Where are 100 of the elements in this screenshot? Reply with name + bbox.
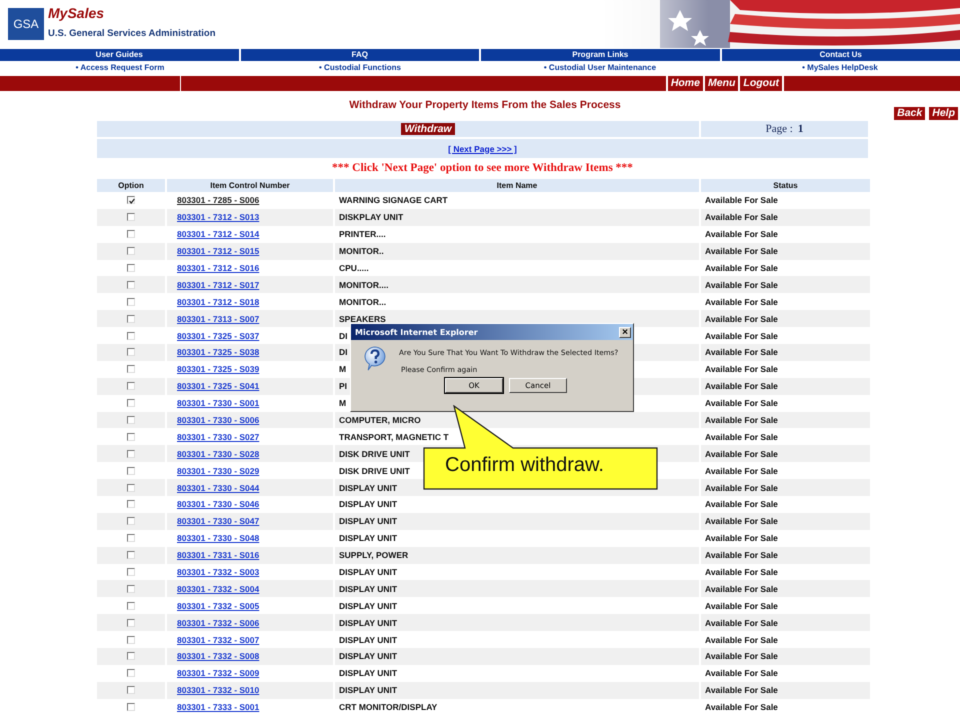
withdraw-button[interactable]: Withdraw bbox=[401, 123, 455, 135]
checkbox[interactable] bbox=[127, 298, 135, 306]
item-link[interactable]: 803301 - 7330 - S029 bbox=[177, 466, 260, 476]
checkbox[interactable] bbox=[127, 686, 135, 694]
item-status: Available For Sale bbox=[705, 229, 778, 240]
checkbox[interactable] bbox=[127, 500, 135, 508]
item-link[interactable]: 803301 - 7312 - S016 bbox=[177, 263, 260, 273]
item-status: Available For Sale bbox=[705, 314, 778, 324]
checkbox[interactable] bbox=[127, 466, 135, 475]
item-name: COMPUTER, MICRO bbox=[339, 415, 421, 426]
checkbox[interactable] bbox=[127, 196, 135, 204]
checkbox[interactable] bbox=[127, 450, 135, 458]
checkbox[interactable] bbox=[127, 602, 135, 610]
checkbox[interactable] bbox=[127, 551, 135, 560]
sub-link[interactable]: • Access Request Form bbox=[0, 61, 240, 74]
checkbox[interactable] bbox=[127, 484, 135, 492]
next-page-link[interactable]: [ Next Page >>> ] bbox=[448, 144, 517, 154]
close-button[interactable]: × bbox=[619, 326, 631, 338]
item-link[interactable]: 803301 - 7333 - S001 bbox=[177, 702, 260, 712]
checkbox[interactable] bbox=[127, 534, 135, 542]
checkbox[interactable] bbox=[127, 280, 135, 289]
nav-link[interactable]: FAQ bbox=[240, 49, 479, 61]
checkbox[interactable] bbox=[127, 432, 135, 441]
item-name: M bbox=[339, 398, 346, 408]
checkbox[interactable] bbox=[127, 669, 135, 678]
item-status: Available For Sale bbox=[705, 415, 778, 426]
column-header: Option bbox=[97, 179, 165, 192]
item-link[interactable]: 803301 - 7325 - S037 bbox=[177, 330, 260, 341]
item-status: Available For Sale bbox=[705, 466, 778, 476]
checkbox[interactable] bbox=[127, 230, 135, 238]
checkbox[interactable] bbox=[127, 703, 135, 712]
item-name: DISPLAY UNIT bbox=[339, 600, 398, 611]
item-status: Available For Sale bbox=[705, 296, 778, 307]
item-link[interactable]: 803301 - 7285 - S006 bbox=[177, 195, 260, 206]
checkbox[interactable] bbox=[127, 636, 135, 644]
item-link[interactable]: 803301 - 7332 - S007 bbox=[177, 634, 260, 645]
item-link[interactable]: 803301 - 7332 - S005 bbox=[177, 600, 260, 611]
checkbox[interactable] bbox=[127, 314, 135, 323]
page-label: Page : bbox=[766, 123, 793, 135]
checkbox[interactable] bbox=[127, 332, 135, 340]
item-name: PRINTER.... bbox=[339, 229, 386, 240]
question-icon bbox=[363, 346, 387, 372]
item-name: TRANSPORT, MAGNETIC T bbox=[339, 432, 449, 442]
item-name: DISK DRIVE UNIT bbox=[339, 466, 410, 476]
item-link[interactable]: 803301 - 7330 - S001 bbox=[177, 398, 260, 408]
checkbox[interactable] bbox=[127, 652, 135, 660]
column-header: Item Name bbox=[335, 179, 699, 192]
agency-name: U.S. General Services Administration bbox=[48, 28, 216, 39]
top-button[interactable]: Menu bbox=[703, 76, 738, 91]
item-link[interactable]: 803301 - 7330 - S046 bbox=[177, 499, 260, 510]
item-name: M bbox=[339, 364, 346, 374]
checkbox[interactable] bbox=[127, 568, 135, 576]
page-title: Withdraw Your Property Items From the Sales Process bbox=[349, 99, 621, 111]
checkbox[interactable] bbox=[127, 264, 135, 272]
checkbox[interactable] bbox=[127, 247, 135, 256]
item-status: Available For Sale bbox=[705, 702, 778, 712]
checkbox[interactable] bbox=[127, 382, 135, 390]
item-name: DISK DRIVE UNIT bbox=[339, 448, 410, 459]
side-button[interactable]: Back bbox=[894, 107, 926, 120]
item-name: DISPLAY UNIT bbox=[339, 651, 398, 662]
sub-link[interactable]: • Custodial User Maintenance bbox=[480, 61, 720, 74]
item-status: Available For Sale bbox=[705, 516, 778, 526]
top-button[interactable]: Home bbox=[666, 76, 703, 91]
checkbox[interactable] bbox=[127, 365, 135, 374]
item-status: Available For Sale bbox=[705, 364, 778, 374]
item-status: Available For Sale bbox=[705, 347, 778, 358]
sub-link[interactable]: • MySales HelpDesk bbox=[720, 61, 960, 74]
item-name: DISPLAY UNIT bbox=[339, 668, 398, 678]
nav-link[interactable]: Contact Us bbox=[722, 49, 960, 61]
item-link[interactable]: 803301 - 7312 - S014 bbox=[177, 229, 260, 240]
checkbox[interactable] bbox=[127, 348, 135, 356]
item-link[interactable]: 803301 - 7332 - S003 bbox=[177, 567, 260, 578]
item-name: DISPLAY UNIT bbox=[339, 685, 398, 696]
checkbox[interactable] bbox=[127, 618, 135, 627]
item-link[interactable]: 803301 - 7312 - S018 bbox=[177, 296, 260, 307]
nav-link[interactable]: User Guides bbox=[0, 49, 238, 61]
item-status: Available For Sale bbox=[705, 246, 778, 256]
item-link[interactable]: 803301 - 7330 - S027 bbox=[177, 432, 260, 442]
checkbox[interactable] bbox=[127, 213, 135, 222]
nav-link[interactable]: Program Links bbox=[481, 49, 720, 61]
item-link[interactable]: 803301 - 7330 - S048 bbox=[177, 533, 260, 544]
checkbox[interactable] bbox=[127, 399, 135, 408]
checkbox[interactable] bbox=[127, 584, 135, 593]
item-name: WARNING SIGNAGE CART bbox=[339, 195, 448, 206]
item-name: DISPLAY UNIT bbox=[339, 516, 398, 526]
checkbox[interactable] bbox=[127, 517, 135, 526]
item-status: Available For Sale bbox=[705, 533, 778, 544]
item-status: Available For Sale bbox=[705, 618, 778, 628]
item-status: Available For Sale bbox=[705, 195, 778, 206]
sub-link[interactable]: • Custodial Functions bbox=[240, 61, 480, 74]
item-link[interactable]: 803301 - 7325 - S039 bbox=[177, 364, 260, 374]
item-name: DI bbox=[339, 330, 348, 341]
item-link[interactable]: 803301 - 7332 - S009 bbox=[177, 668, 260, 678]
item-status: Available For Sale bbox=[705, 330, 778, 341]
item-status: Available For Sale bbox=[705, 280, 778, 290]
checkbox[interactable] bbox=[127, 416, 135, 424]
item-status: Available For Sale bbox=[705, 381, 778, 392]
item-status: Available For Sale bbox=[705, 432, 778, 442]
top-button[interactable]: Logout bbox=[738, 76, 782, 91]
side-button[interactable]: Help bbox=[929, 107, 958, 120]
